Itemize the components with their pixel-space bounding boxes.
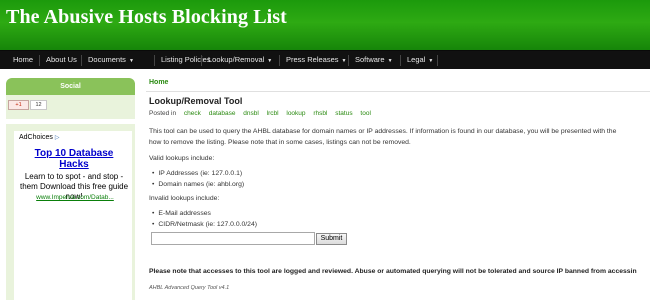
submit-button[interactable]: Submit: [316, 233, 347, 245]
nav-documents[interactable]: Documents ▼: [88, 51, 134, 69]
nav-label: Legal: [407, 55, 426, 64]
chevron-down-icon: ▼: [387, 58, 393, 64]
intro-text-line-2: how to remove the listing. Please note t…: [149, 139, 411, 146]
nav-label: Documents: [88, 55, 126, 64]
social-widget-title: Social: [6, 78, 135, 95]
adchoices-icon: ▷: [54, 135, 60, 141]
post-tags: Posted in check database dnsbl lrcbl loo…: [149, 110, 371, 117]
query-input[interactable]: [151, 232, 315, 245]
nav-divider: [81, 55, 82, 66]
chevron-down-icon: ▼: [341, 58, 347, 64]
chevron-down-icon: ▼: [128, 58, 134, 64]
nav-label: Home: [13, 55, 34, 64]
tag-lookup[interactable]: lookup: [286, 110, 305, 117]
list-item: CIDR/Netmask (ie: 127.0.0.0/24): [152, 220, 257, 230]
nav-divider: [201, 55, 202, 66]
tag-database[interactable]: database: [209, 110, 236, 117]
nav-press-releases[interactable]: Press Releases ▼: [286, 51, 346, 69]
nav-lookup-removal[interactable]: Lookup/Removal ▼: [208, 51, 272, 69]
nav-listing-policies[interactable]: Listing Policies: [161, 51, 211, 69]
tag-dnsbl[interactable]: dnsbl: [243, 110, 259, 117]
nav-divider: [348, 55, 349, 66]
nav-divider: [154, 55, 155, 66]
tool-version-note: AHBL Advanced Query Tool v4.1: [149, 285, 230, 291]
tag-lrcbl[interactable]: lrcbl: [267, 110, 279, 117]
nav-divider: [437, 55, 438, 66]
breadcrumb-home[interactable]: Home: [149, 79, 168, 86]
site-header: The Abusive Hosts Blocking List: [0, 0, 650, 50]
list-item: E-Mail addresses: [152, 209, 211, 219]
nav-home[interactable]: Home: [13, 51, 33, 69]
nav-divider: [400, 55, 401, 66]
nav-divider: [279, 55, 280, 66]
divider: [146, 91, 650, 92]
chevron-down-icon: ▼: [428, 58, 434, 64]
site-title[interactable]: The Abusive Hosts Blocking List: [6, 6, 287, 29]
logging-notice: Please note that accesses to this tool a…: [149, 268, 637, 275]
valid-heading: Valid lookups include:: [149, 155, 215, 162]
nav-software[interactable]: Software ▼: [355, 51, 393, 69]
invalid-heading: Invalid lookups include:: [149, 195, 220, 202]
list-item: Domain names (ie: ahbl.org): [152, 180, 244, 190]
page-title: Lookup/Removal Tool: [149, 96, 243, 106]
chevron-down-icon: ▼: [267, 58, 273, 64]
adchoices-link[interactable]: AdChoices ▷: [19, 134, 59, 141]
nav-label: Press Releases: [286, 55, 339, 64]
nav-about-us[interactable]: About Us: [46, 51, 77, 69]
tag-status[interactable]: status: [335, 110, 352, 117]
nav-label: Listing Policies: [161, 55, 211, 64]
tag-check[interactable]: check: [184, 110, 201, 117]
nav-label: About Us: [46, 55, 77, 64]
ad-url-link[interactable]: www.Imperva.com/Datab...: [17, 194, 133, 201]
tag-rhsbl[interactable]: rhsbl: [313, 110, 327, 117]
google-plus-button[interactable]: +1: [8, 100, 29, 110]
list-item: IP Addresses (ie: 127.0.0.1): [152, 169, 242, 179]
ad-headline-link[interactable]: Top 10 Database Hacks: [19, 148, 129, 170]
nav-legal[interactable]: Legal ▼: [407, 51, 433, 69]
tag-tool[interactable]: tool: [360, 110, 370, 117]
nav-label: Lookup/Removal: [208, 55, 265, 64]
nav-divider: [39, 55, 40, 66]
main-nav: Home About Us Documents ▼ Listing Policie…: [0, 50, 650, 69]
google-plus-count: 12: [30, 100, 47, 110]
posted-in-label: Posted in: [149, 110, 177, 117]
adchoices-label: AdChoices: [19, 134, 53, 141]
nav-label: Software: [355, 55, 385, 64]
